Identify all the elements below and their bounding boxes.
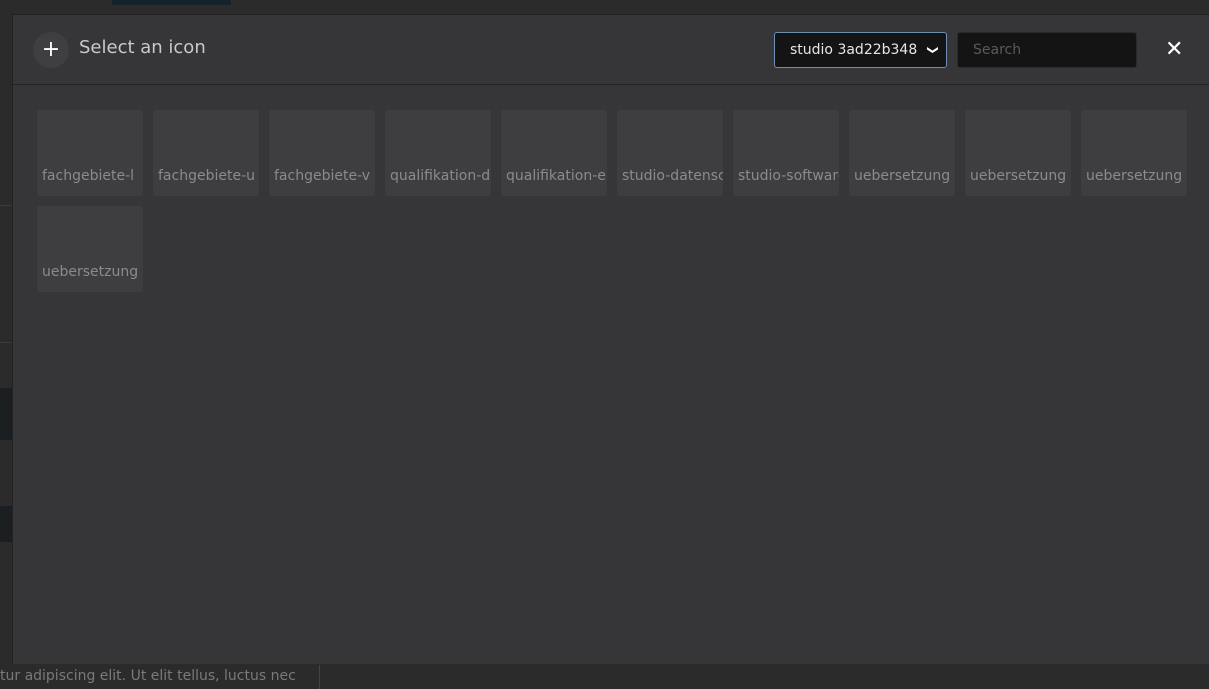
icon-tile[interactable]: qualifikation-e: [501, 110, 607, 196]
plus-icon[interactable]: +: [33, 32, 69, 68]
background-tab-bar: [112, 0, 231, 5]
icon-tile[interactable]: uebersetzung: [965, 110, 1071, 196]
icon-picker-modal: + Select an icon studio 3ad22b348 ❯ ✕ fa…: [12, 14, 1209, 664]
icon-tile-label: uebersetzung: [42, 264, 139, 280]
icon-tile[interactable]: qualifikation-d: [385, 110, 491, 196]
icon-tile-label: qualifikation-d: [390, 168, 491, 184]
icon-tile-label: fachgebiete-l: [42, 168, 135, 184]
icon-tile[interactable]: fachgebiete-v: [269, 110, 375, 196]
icon-tile-label: fachgebiete-u: [158, 168, 255, 184]
icon-tile[interactable]: studio-software: [733, 110, 839, 196]
search-input[interactable]: [957, 32, 1137, 68]
close-icon[interactable]: ✕: [1165, 37, 1183, 62]
background-block: [0, 388, 12, 440]
background-separator: [319, 665, 320, 689]
icon-tile-label: uebersetzung: [854, 168, 951, 184]
icon-tile[interactable]: uebersetzung: [1081, 110, 1187, 196]
collection-select[interactable]: studio 3ad22b348 ❯: [774, 32, 947, 68]
modal-title: Select an icon: [79, 37, 206, 58]
chevron-down-icon: ❯: [926, 45, 940, 55]
icon-tile-label: qualifikation-e: [506, 168, 606, 184]
icon-grid: fachgebiete-l fachgebiete-u fachgebiete-v q…: [37, 110, 1197, 292]
icon-tile[interactable]: uebersetzung: [37, 206, 143, 292]
icon-tile-label: studio-software: [738, 168, 839, 184]
background-divider: [0, 342, 12, 343]
icon-tile-label: fachgebiete-v: [274, 168, 371, 184]
background-text: tur adipiscing elit. Ut elit tellus, luc…: [0, 668, 296, 684]
icon-tile[interactable]: uebersetzung: [849, 110, 955, 196]
icon-tile-label: uebersetzung: [970, 168, 1067, 184]
icon-tile[interactable]: fachgebiete-u: [153, 110, 259, 196]
icon-tile-label: uebersetzung: [1086, 168, 1183, 184]
background-divider: [0, 205, 12, 206]
icon-tile-label: studio-datenschutz: [622, 168, 723, 184]
modal-header: + Select an icon studio 3ad22b348 ❯ ✕: [13, 15, 1209, 85]
icon-tile[interactable]: fachgebiete-l: [37, 110, 143, 196]
background-block: [0, 506, 12, 542]
collection-select-value: studio 3ad22b348: [790, 42, 918, 58]
icon-tile[interactable]: studio-datenschutz: [617, 110, 723, 196]
